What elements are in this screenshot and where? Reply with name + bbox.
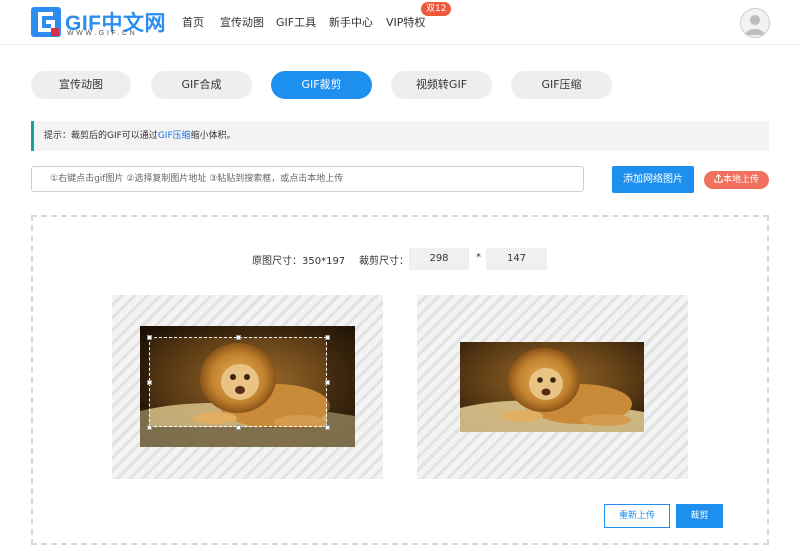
gif-url-input[interactable] [31,166,584,192]
local-upload-label: 本地上传 [722,175,759,185]
original-gif-image [140,326,355,447]
tab-gif-compose[interactable]: GIF合成 [151,71,252,99]
tab-promo-gif[interactable]: 宣传动图 [31,71,131,99]
crop-handle-nw[interactable] [147,335,152,340]
crop-handle-ne[interactable] [325,335,330,340]
vip-promo-badge: 双12 [421,2,452,16]
crop-button[interactable]: 裁剪 [676,504,723,528]
tip-banner: 提示：裁剪后的GIF可以通过GIF压缩缩小体积。 [31,121,769,151]
tip-prefix: 提示：裁剪后的GIF可以通过 [44,131,158,141]
tip-suffix: 缩小体积。 [190,131,236,141]
crop-handle-n[interactable] [236,335,241,340]
nav-gif-tools[interactable]: GIF工具 [276,14,316,30]
top-header: GIF中文网 WWW.GIF.CN 首页 宣传动图 GIF工具 新手中心 VIP… [0,0,800,45]
site-logo[interactable]: GIF中文网 WWW.GIF.CN [31,6,166,40]
cropped-gif-image [460,342,644,432]
user-avatar-icon [745,15,765,35]
nav-beginner-center[interactable]: 新手中心 [329,14,373,30]
crop-width-input[interactable] [409,248,469,270]
original-preview-panel [112,295,383,479]
logo-domain: WWW.GIF.CN [67,30,138,37]
crop-selection-box[interactable] [149,337,327,427]
nav-vip[interactable]: VIP特权 [386,14,425,30]
gif-logo-icon [31,7,61,37]
nav-home[interactable]: 首页 [182,14,204,30]
add-web-image-button[interactable]: 添加网络图片 [612,166,694,193]
nav-promo-gif[interactable]: 宣传动图 [220,14,264,30]
size-separator: * [476,252,481,263]
crop-height-input[interactable] [486,248,547,270]
crop-size-label: 裁剪尺寸： [359,256,409,267]
tab-gif-compress[interactable]: GIF压缩 [511,71,612,99]
crop-handle-e[interactable] [325,380,330,385]
crop-handle-sw[interactable] [147,425,152,430]
original-size-label: 原图尺寸：350*197 [252,256,346,267]
result-preview-panel [417,295,688,479]
tip-compress-link[interactable]: GIF压缩 [158,131,191,141]
crop-size-row: 原图尺寸：350*197 裁剪尺寸： * [0,248,800,270]
local-upload-button[interactable]: 本地上传 [704,171,769,189]
tab-video-to-gif[interactable]: 视频转GIF [391,71,492,99]
tab-gif-crop[interactable]: GIF裁剪 [271,71,372,99]
upload-icon [714,174,723,183]
user-avatar[interactable] [740,8,770,38]
crop-handle-s[interactable] [236,425,241,430]
reupload-button[interactable]: 重新上传 [604,504,670,528]
crop-handle-se[interactable] [325,425,330,430]
crop-handle-w[interactable] [147,380,152,385]
